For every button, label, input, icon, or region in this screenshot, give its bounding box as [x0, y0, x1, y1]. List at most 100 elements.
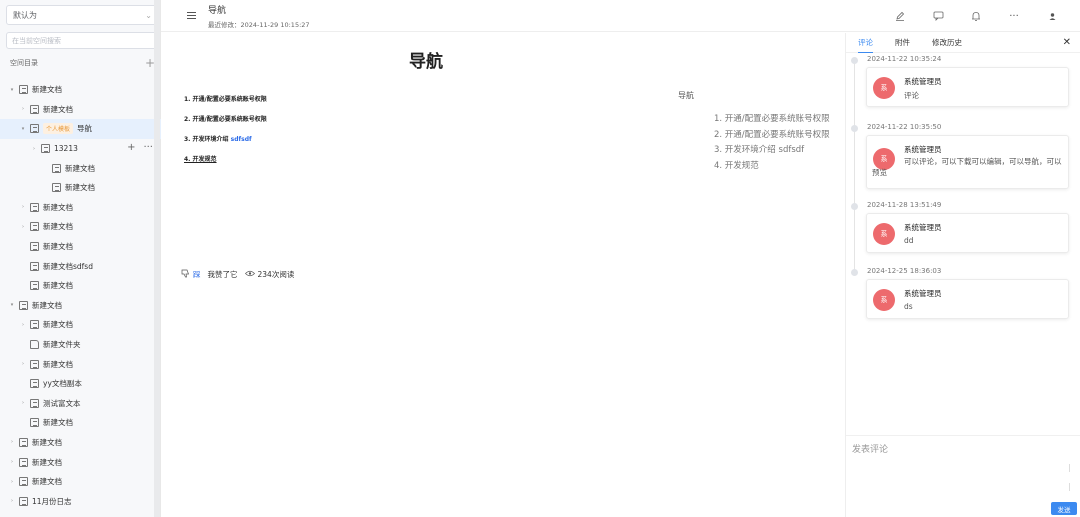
toc-item[interactable]: 4. 开发规范: [714, 159, 834, 175]
toc-item[interactable]: 3. 开发环境介绍 sdfsdf: [714, 143, 834, 159]
like-label[interactable]: 我赞了它: [208, 269, 238, 280]
tree-item-label: 新建文档: [43, 242, 73, 252]
toc-item[interactable]: 1. 开通/配置必要系统账号权限: [714, 112, 834, 128]
more-icon[interactable]: ···: [143, 142, 153, 153]
tree-item[interactable]: 新建文档: [0, 413, 161, 433]
document-icon: [19, 85, 28, 95]
comment-icon[interactable]: [932, 10, 944, 22]
panel-tabs: 评论 附件 修改历史: [846, 33, 1080, 53]
tree-item-label: 新建文档: [43, 320, 73, 330]
caret-down-icon[interactable]: ▾: [8, 87, 16, 93]
document-icon: [19, 496, 28, 506]
comment-panel: 评论 附件 修改历史 ✕ 2024-11-22 10:35:24 系系统管理员 评论 20…: [845, 33, 1080, 517]
heading-text: 2. 开通/配置必要系统账号权限: [184, 116, 267, 123]
caret-right-icon[interactable]: ›: [19, 322, 27, 328]
more-icon[interactable]: ···: [1008, 10, 1020, 22]
caret-down-icon[interactable]: ▾: [8, 302, 16, 308]
timeline-line: [854, 61, 855, 271]
tree-item-label: 新建文档: [32, 300, 62, 310]
table-of-contents: 导航 1. 开通/配置必要系统账号权限 2. 开通/配置必要系统账号权限 3. 开发…: [678, 90, 843, 174]
tree-item[interactable]: 新建文档: [0, 276, 161, 296]
caret-right-icon[interactable]: ›: [19, 204, 27, 210]
caret-right-icon[interactable]: ›: [19, 106, 27, 112]
tree-item-label: 新建文档: [32, 477, 62, 487]
heading-link[interactable]: sdfsdf: [231, 136, 252, 143]
caret-right-icon[interactable]: ›: [19, 400, 27, 406]
top-actions: ···: [894, 10, 1058, 22]
tree-item[interactable]: › 新建文档: [0, 198, 161, 218]
tree-item[interactable]: › 新建文档: [0, 452, 161, 472]
tree-item[interactable]: › 新建文档: [0, 472, 161, 492]
tree-item[interactable]: ▾ 新建文档: [0, 296, 161, 316]
document-icon: [52, 163, 61, 173]
document-icon: [19, 437, 28, 447]
tree-item[interactable]: › 13213 + ···: [0, 139, 161, 159]
close-icon[interactable]: ✕: [1063, 37, 1071, 48]
tree-item-label: 新建文档: [43, 359, 73, 369]
edit-icon[interactable]: [894, 10, 906, 22]
tab-attachments[interactable]: 附件: [895, 33, 910, 53]
heading-text: 3. 开发环境介绍: [184, 136, 231, 143]
caret-right-icon[interactable]: ›: [19, 361, 27, 367]
thumb-down-icon[interactable]: [181, 269, 190, 280]
document-icon: [30, 124, 39, 134]
document-tree: ▾ 新建文档 › 新建文档 ▾ 个人模板 导航 › 13213 + ··· 新建文档 新建文档 › 新建文档…: [0, 80, 161, 511]
add-child-icon[interactable]: +: [127, 142, 135, 153]
caret-right-icon[interactable]: ›: [8, 479, 16, 485]
caret-down-icon[interactable]: ▾: [19, 126, 27, 132]
space-selector-value: 默认为: [13, 10, 37, 20]
document-content: 导航 1. 开通/配置必要系统账号权限 2. 开通/配置必要系统账号权限 3. 开发…: [161, 33, 845, 517]
document-icon: [30, 281, 39, 291]
dislike-label[interactable]: 踩: [193, 269, 201, 280]
caret-right-icon[interactable]: ›: [8, 439, 16, 445]
caret-right-icon[interactable]: ›: [8, 459, 16, 465]
tree-item[interactable]: › 新建文档: [0, 315, 161, 335]
heading-text: 4. 开发规范: [184, 156, 217, 163]
toc-item[interactable]: 2. 开通/配置必要系统账号权限: [714, 128, 834, 144]
tree-item[interactable]: › 测试富文本: [0, 394, 161, 414]
tab-comments[interactable]: 评论: [858, 33, 873, 53]
tree-item[interactable]: 新建文档sdfsd: [0, 256, 161, 276]
caret-right-icon[interactable]: ›: [19, 224, 27, 230]
row-actions: + ···: [127, 142, 153, 153]
tree-item[interactable]: › 新建文档: [0, 433, 161, 453]
sidebar-scrollbar[interactable]: [154, 0, 160, 517]
document-icon: [52, 183, 61, 193]
comment-card: 系系统管理员 可以评论，可以下载可以编辑，可以导航，可以预览: [866, 135, 1069, 189]
toc-title: 导航: [678, 91, 694, 100]
tree-item[interactable]: › 新建文档: [0, 217, 161, 237]
tree-item-label: 新建文档: [65, 163, 95, 173]
comment-time: 2024-11-22 10:35:50: [867, 123, 942, 131]
tree-item[interactable]: ▾ 新建文档: [0, 80, 161, 100]
caret-right-icon[interactable]: ›: [30, 146, 38, 152]
caret-right-icon[interactable]: ›: [8, 498, 16, 504]
tree-item-label: 新建文档: [43, 418, 73, 428]
tree-item[interactable]: ▾ 个人模板 导航: [0, 119, 161, 139]
comment-time: 2024-11-22 10:35:24: [867, 55, 942, 63]
tree-item[interactable]: 新建文档: [0, 237, 161, 257]
send-button[interactable]: 发送: [1051, 502, 1077, 515]
space-search-input[interactable]: [6, 32, 159, 49]
menu-icon[interactable]: [187, 12, 196, 19]
user-icon[interactable]: [1046, 10, 1058, 22]
tree-item[interactable]: › 新建文档: [0, 354, 161, 374]
tree-item[interactable]: 新建文档: [0, 158, 161, 178]
app-root: 默认为 ⌄ 空间目录 + ▾新建文档›新建文档▾个人模板导航›13213+···…: [0, 0, 1080, 517]
comment-card: 系系统管理员 dd: [866, 213, 1069, 253]
tree-item[interactable]: 新建文件夹: [0, 335, 161, 355]
sidebar: 默认为 ⌄ 空间目录 + ▾ 新建文档 › 新建文档 ▾ 个人模板导航 › 13213 + ···…: [0, 0, 161, 517]
timeline-dot: [851, 125, 858, 132]
tree-item[interactable]: › 新建文档: [0, 100, 161, 120]
tree-item[interactable]: › 11月份日志: [0, 491, 161, 511]
space-selector[interactable]: 默认为 ⌄: [6, 5, 159, 25]
comment-input[interactable]: [852, 442, 1074, 486]
tree-item[interactable]: yy文档副本: [0, 374, 161, 394]
document-icon: [30, 379, 39, 389]
avatar: 系: [873, 289, 895, 311]
page-heading: 导航: [409, 52, 443, 72]
tree-item-label: 导航: [77, 124, 93, 134]
bell-icon[interactable]: [970, 10, 982, 22]
comment-text: 可以评论，可以下载可以编辑，可以导航，可以预览: [872, 157, 1062, 177]
tree-item[interactable]: 新建文档: [0, 178, 161, 198]
tab-history[interactable]: 修改历史: [932, 33, 962, 53]
